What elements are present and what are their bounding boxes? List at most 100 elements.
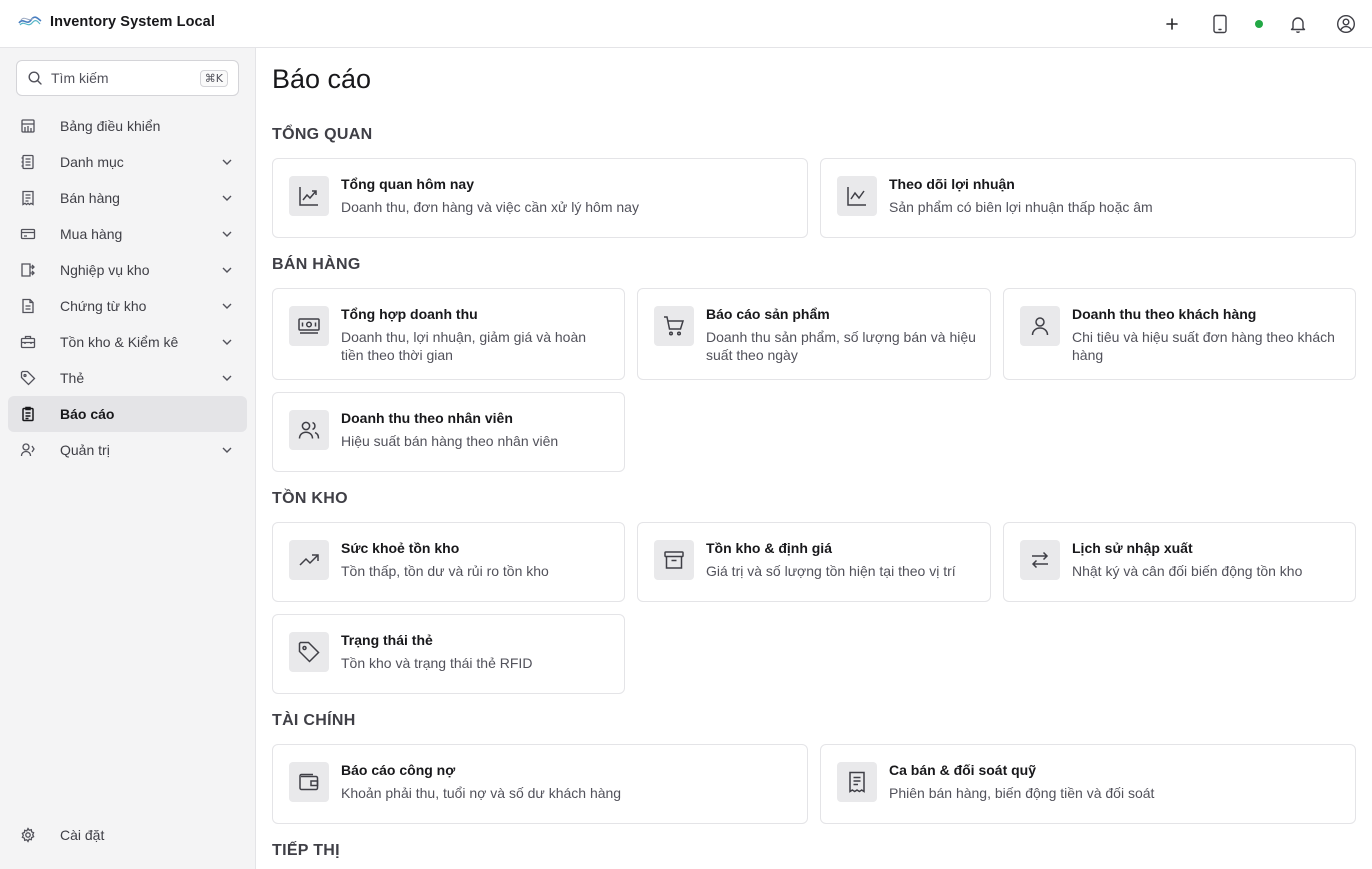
card-title: Lịch sử nhập xuất bbox=[1072, 540, 1193, 556]
banknote-icon bbox=[289, 306, 329, 346]
card-description: Doanh thu, lợi nhuận, giảm giá và hoàn t… bbox=[341, 329, 587, 363]
admin-icon bbox=[20, 442, 36, 458]
card-description: Nhật ký và cân đối biến động tồn kho bbox=[1072, 563, 1303, 579]
sidebar-item-dashboard[interactable]: Bảng điều khiển bbox=[8, 108, 247, 144]
sidebar-item-label: Bán hàng bbox=[60, 190, 120, 206]
brand[interactable]: Inventory System Local bbox=[18, 10, 215, 34]
chevron-down-icon bbox=[219, 370, 235, 386]
card-description: Tồn kho và trạng thái thẻ RFID bbox=[341, 655, 533, 671]
clipboard-icon bbox=[20, 406, 36, 422]
receipt-icon bbox=[20, 190, 36, 206]
user-circle-icon[interactable] bbox=[1334, 12, 1358, 36]
sidebar-nav: Bảng điều khiển Danh mục Bán hàng Mua hà… bbox=[8, 108, 247, 468]
section-title-overview: TỔNG QUAN bbox=[272, 126, 373, 143]
catalog-icon bbox=[20, 154, 36, 170]
status-dot bbox=[1254, 12, 1264, 36]
card-title: Tổng quan hôm nay bbox=[341, 176, 474, 192]
card-title: Báo cáo sản phẩm bbox=[706, 306, 830, 322]
sidebar-item-sales[interactable]: Bán hàng bbox=[8, 180, 247, 216]
arrows-swap-icon bbox=[1020, 540, 1060, 580]
card-title: Sức khoẻ tồn kho bbox=[341, 540, 460, 556]
chevron-down-icon bbox=[219, 334, 235, 350]
line-chart-icon bbox=[837, 176, 877, 216]
report-card-profit-tracking[interactable]: Theo dõi lợi nhuận Sản phẩm có biên lợi … bbox=[820, 158, 1356, 238]
section-title-finance: TÀI CHÍNH bbox=[272, 712, 356, 729]
card-description: Phiên bán hàng, biến động tiền và đối so… bbox=[889, 785, 1155, 801]
tablet-icon[interactable] bbox=[1208, 12, 1232, 36]
report-card-revenue-summary[interactable]: Tổng hợp doanh thu Doanh thu, lợi nhuận,… bbox=[272, 288, 625, 380]
report-card-receivables[interactable]: Báo cáo công nợ Khoản phải thu, tuổi nợ … bbox=[272, 744, 808, 824]
card-title: Theo dõi lợi nhuận bbox=[889, 176, 1015, 192]
card-description: Hiệu suất bán hàng theo nhân viên bbox=[341, 433, 559, 449]
report-card-revenue-by-staff[interactable]: Doanh thu theo nhân viên Hiệu suất bán h… bbox=[272, 392, 625, 472]
tag-icon bbox=[20, 370, 36, 386]
sidebar-item-reports[interactable]: Báo cáo bbox=[8, 396, 247, 432]
page-title: Báo cáo bbox=[272, 64, 372, 94]
sidebar-item-label: Chứng từ kho bbox=[60, 298, 147, 314]
gear-icon bbox=[20, 827, 36, 843]
report-card-today-overview[interactable]: Tổng quan hôm nay Doanh thu, đơn hàng và… bbox=[272, 158, 808, 238]
card-description: Doanh thu, đơn hàng và việc cần xử lý hô… bbox=[341, 199, 639, 215]
report-card-tag-status[interactable]: Trạng thái thẻ Tồn kho và trạng thái thẻ… bbox=[272, 614, 625, 694]
card-title: Doanh thu theo khách hàng bbox=[1072, 306, 1257, 322]
card-description: Khoản phải thu, tuổi nợ và số dư khách h… bbox=[341, 785, 622, 801]
report-card-shift-reconciliation[interactable]: Ca bán & đối soát quỹ Phiên bán hàng, bi… bbox=[820, 744, 1356, 824]
top-bar: Inventory System Local bbox=[0, 0, 1372, 48]
sidebar-item-label: Thẻ bbox=[60, 370, 85, 386]
sidebar-item-purchasing[interactable]: Mua hàng bbox=[8, 216, 247, 252]
card-title: Ca bán & đối soát quỹ bbox=[889, 762, 1037, 778]
report-card-stock-movement-history[interactable]: Lịch sử nhập xuất Nhật ký và cân đối biế… bbox=[1003, 522, 1356, 602]
file-icon bbox=[20, 298, 36, 314]
card-title: Trạng thái thẻ bbox=[341, 632, 433, 648]
credit-card-icon bbox=[20, 226, 36, 242]
sidebar-item-label: Quản trị bbox=[60, 442, 110, 458]
cart-icon bbox=[654, 306, 694, 346]
bell-icon[interactable] bbox=[1286, 12, 1310, 36]
sidebar-item-catalog[interactable]: Danh mục bbox=[8, 144, 247, 180]
logo-icon bbox=[18, 10, 42, 34]
sidebar-item-label: Nghiệp vụ kho bbox=[60, 262, 150, 278]
sidebar-item-label: Bảng điều khiển bbox=[60, 118, 161, 134]
trending-up-icon bbox=[289, 540, 329, 580]
receipt-icon bbox=[837, 762, 877, 802]
plus-icon[interactable] bbox=[1160, 12, 1184, 36]
sidebar-item-label: Mua hàng bbox=[60, 226, 123, 242]
sidebar-item-warehouse-docs[interactable]: Chứng từ kho bbox=[8, 288, 247, 324]
sidebar-item-admin[interactable]: Quản trị bbox=[8, 432, 247, 468]
user-icon bbox=[1020, 306, 1060, 346]
card-title: Doanh thu theo nhân viên bbox=[341, 410, 513, 426]
chevron-down-icon bbox=[219, 298, 235, 314]
report-card-inventory-health[interactable]: Sức khoẻ tồn kho Tồn thấp, tồn dư và rủi… bbox=[272, 522, 625, 602]
sidebar-item-warehouse-ops[interactable]: Nghiệp vụ kho bbox=[8, 252, 247, 288]
sidebar-item-tags[interactable]: Thẻ bbox=[8, 360, 247, 396]
sidebar: Tìm kiếm ⌘K Bảng điều khiển Danh mục Bán… bbox=[0, 48, 256, 869]
section-title-sales: BÁN HÀNG bbox=[272, 256, 361, 273]
card-description: Doanh thu sản phẩm, số lượng bán và hiệu… bbox=[706, 329, 976, 363]
chevron-down-icon bbox=[219, 226, 235, 242]
card-description: Sản phẩm có biên lợi nhuận thấp hoặc âm bbox=[889, 199, 1153, 215]
sidebar-item-label: Tồn kho & Kiểm kê bbox=[60, 334, 179, 350]
report-card-product-report[interactable]: Báo cáo sản phẩm Doanh thu sản phẩm, số … bbox=[637, 288, 991, 380]
tag-icon bbox=[289, 632, 329, 672]
sidebar-item-settings[interactable]: Cài đặt bbox=[8, 817, 247, 853]
search-placeholder: Tìm kiếm bbox=[51, 70, 109, 86]
archive-icon bbox=[654, 540, 694, 580]
chevron-down-icon bbox=[219, 442, 235, 458]
dashboard-icon bbox=[20, 118, 36, 134]
card-description: Chi tiêu và hiệu suất đơn hàng theo khác… bbox=[1072, 329, 1335, 363]
card-title: Báo cáo công nợ bbox=[341, 762, 456, 778]
section-title-inventory: TỒN KHO bbox=[272, 490, 348, 507]
search-shortcut: ⌘K bbox=[199, 69, 228, 87]
sidebar-item-inventory-count[interactable]: Tồn kho & Kiểm kê bbox=[8, 324, 247, 360]
card-title: Tổng hợp doanh thu bbox=[341, 306, 478, 322]
wallet-icon bbox=[289, 762, 329, 802]
search-icon bbox=[27, 70, 43, 86]
search-input[interactable]: Tìm kiếm ⌘K bbox=[16, 60, 239, 96]
report-card-stock-valuation[interactable]: Tồn kho & định giá Giá trị và số lượng t… bbox=[637, 522, 991, 602]
trend-chart-icon bbox=[289, 176, 329, 216]
users-icon bbox=[289, 410, 329, 450]
app-title: Inventory System Local bbox=[50, 14, 215, 30]
briefcase-icon bbox=[20, 334, 36, 350]
chevron-down-icon bbox=[219, 190, 235, 206]
report-card-revenue-by-customer[interactable]: Doanh thu theo khách hàng Chi tiêu và hi… bbox=[1003, 288, 1356, 380]
